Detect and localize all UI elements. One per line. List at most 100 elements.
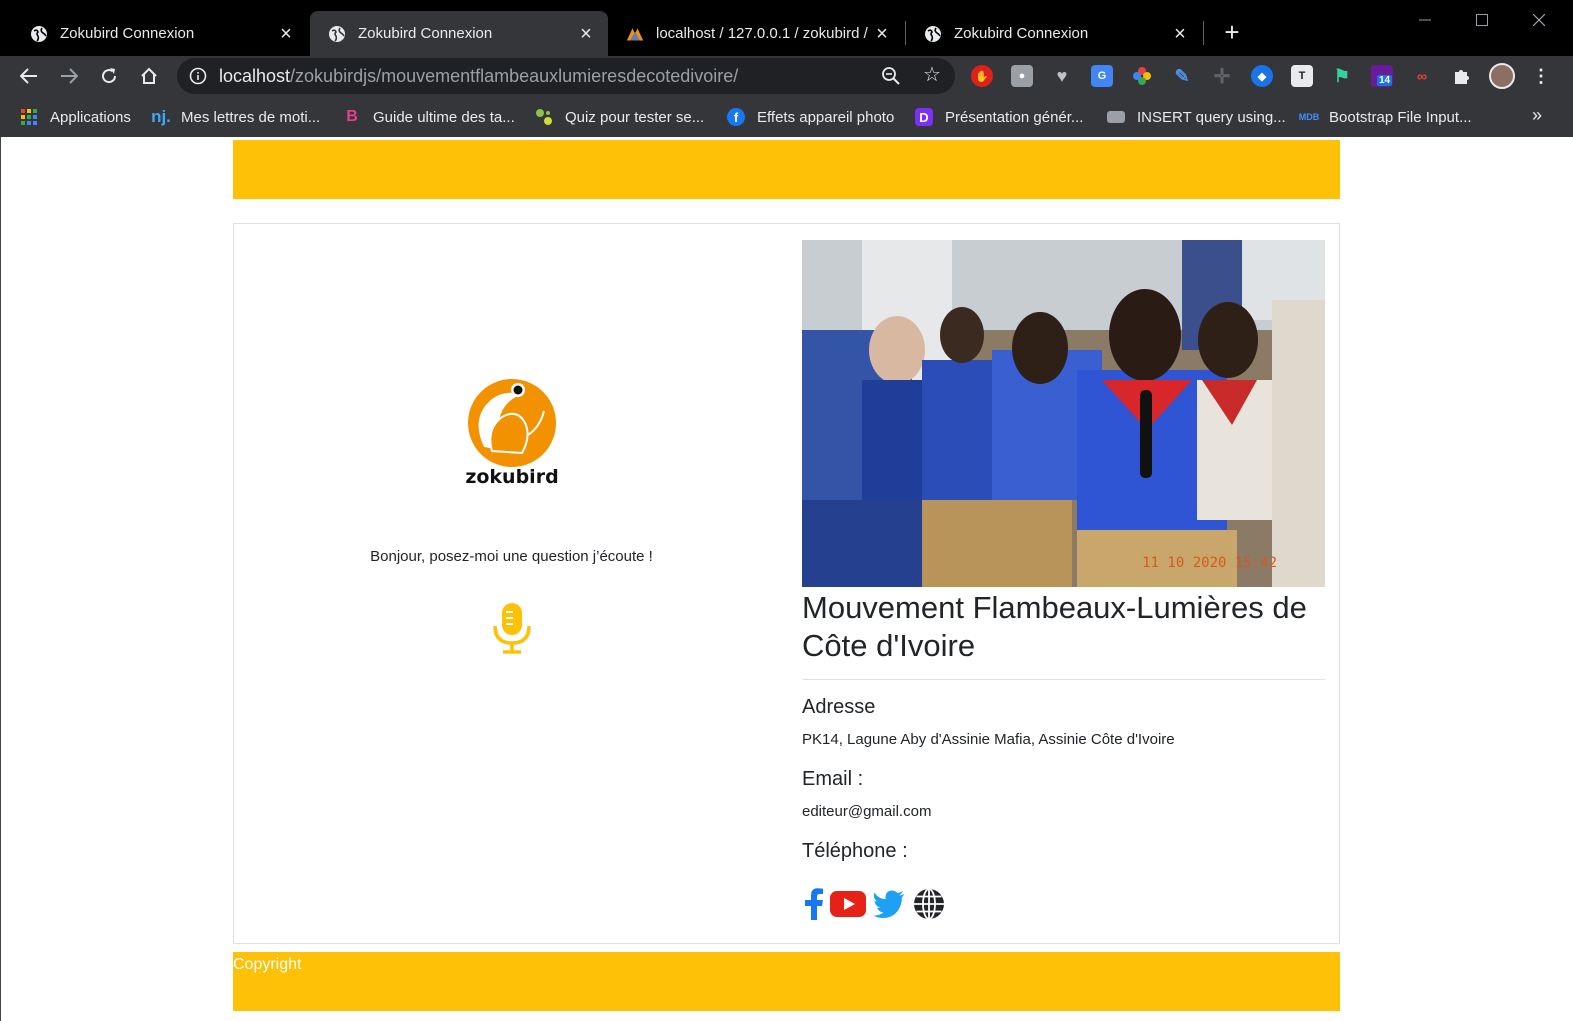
info-icon[interactable] bbox=[189, 67, 207, 85]
database-icon bbox=[1107, 111, 1125, 123]
email-label: Email : bbox=[802, 768, 864, 790]
home-button[interactable] bbox=[134, 61, 164, 91]
facebook-icon bbox=[805, 888, 823, 920]
pen-extension-icon[interactable]: ✎ bbox=[1171, 65, 1193, 87]
tab-zokubird-1[interactable]: Zokubird Connexion × bbox=[12, 11, 308, 56]
browser-toolbar: localhost/zokubirdjs/mouvementflambeauxl… bbox=[0, 56, 1573, 97]
seo-extension-icon[interactable]: ⚑ bbox=[1331, 65, 1353, 87]
close-icon[interactable]: × bbox=[872, 24, 892, 44]
profile-avatar[interactable] bbox=[1489, 63, 1515, 89]
photo-timestamp: 11 10 2020 15:42 bbox=[1142, 555, 1277, 571]
bookmark-label: Applications bbox=[50, 108, 131, 126]
bookmark-lettres[interactable]: nj. Mes lettres de moti... bbox=[151, 106, 320, 128]
extension-badge: 14 bbox=[1377, 75, 1393, 86]
address-bar[interactable]: localhost/zokubirdjs/mouvementflambeauxl… bbox=[177, 58, 955, 94]
back-button[interactable] bbox=[14, 61, 44, 91]
page-viewport: zokubird Bonjour, posez-moi une question… bbox=[0, 137, 1573, 1021]
tab-phpmyadmin[interactable]: localhost / 127.0.0.1 / zokubird / × bbox=[608, 11, 904, 56]
url-text[interactable]: localhost/zokubirdjs/mouvementflambeauxl… bbox=[219, 66, 738, 87]
bookmark-presentation[interactable]: D Présentation génér... bbox=[915, 106, 1083, 128]
page-header bbox=[233, 140, 1340, 199]
forward-button[interactable] bbox=[54, 61, 84, 91]
bookmark-star-icon[interactable]: ☆ bbox=[921, 64, 943, 86]
notion-extension-icon[interactable]: T bbox=[1291, 65, 1313, 87]
mdb-icon: MDB bbox=[1298, 112, 1320, 122]
bookmark-label: Mes lettres de moti... bbox=[181, 108, 321, 126]
arrow-right-icon bbox=[61, 68, 78, 84]
bookmark-label: Bootstrap File Input... bbox=[1329, 108, 1472, 126]
tab-zokubird-2[interactable]: Zokubird Connexion × bbox=[310, 11, 608, 56]
bookmark-label: Présentation génér... bbox=[945, 108, 1084, 126]
bookmarks-bar: Applications nj. Mes lettres de moti... … bbox=[0, 97, 1573, 137]
ethereum-extension-icon[interactable]: ◆ bbox=[1251, 65, 1273, 87]
globe-icon bbox=[914, 888, 944, 920]
apps-grid-icon bbox=[20, 108, 38, 126]
globe-icon bbox=[30, 25, 48, 43]
close-icon[interactable]: × bbox=[276, 24, 296, 44]
organization-card: zokubird Bonjour, posez-moi une question… bbox=[233, 223, 1340, 944]
url-host: localhost bbox=[219, 66, 291, 86]
adblock-extension-icon[interactable]: ✋ bbox=[971, 65, 993, 87]
tab-title: Zokubird Connexion bbox=[60, 25, 195, 42]
ruler-extension-icon[interactable]: ✛ bbox=[1211, 65, 1233, 88]
puzzle-extensions-icon[interactable] bbox=[1451, 65, 1473, 87]
zoom-icon[interactable] bbox=[881, 66, 901, 86]
bookmark-effets[interactable]: f Effets appareil photo bbox=[727, 106, 894, 128]
phone-label: Téléphone : bbox=[802, 840, 908, 862]
menu-kebab-icon[interactable]: ⋮ bbox=[1530, 65, 1552, 87]
twitter-icon bbox=[873, 890, 904, 918]
bookmarks-overflow-icon[interactable]: » bbox=[1532, 105, 1542, 126]
organization-name: Mouvement Flambeaux-Lumières de Côte d'I… bbox=[802, 590, 1307, 663]
maximize-button[interactable] bbox=[1459, 6, 1505, 34]
address-label: Adresse bbox=[802, 696, 876, 718]
svg-text:zokubird: zokubird bbox=[465, 466, 558, 487]
bookmark-label: INSERT query using... bbox=[1137, 108, 1286, 126]
bookmark-label: Effets appareil photo bbox=[757, 108, 895, 126]
tab-counter-extension-icon[interactable]: 14 bbox=[1371, 65, 1393, 87]
url-path: /zokubirdjs/mouvementflambeauxlumieresde… bbox=[290, 66, 739, 86]
twitter-link[interactable] bbox=[872, 887, 906, 921]
close-icon[interactable]: × bbox=[1170, 24, 1190, 44]
bookmark-quiz[interactable]: Quiz pour tester se... bbox=[535, 106, 704, 128]
home-icon bbox=[141, 67, 157, 84]
new-tab-button[interactable]: + bbox=[1217, 18, 1247, 48]
website-link[interactable] bbox=[912, 887, 946, 921]
chat-extension-icon[interactable]: ● bbox=[1011, 65, 1033, 87]
microphone-button[interactable] bbox=[492, 602, 532, 654]
reload-button[interactable] bbox=[94, 61, 124, 91]
color-picker-extension-icon[interactable] bbox=[1131, 65, 1153, 87]
google-translate-icon[interactable]: G bbox=[1091, 65, 1113, 87]
address-value: PK14, Lagune Aby d'Assinie Mafia, Assini… bbox=[802, 731, 1175, 748]
copyright-text: Copyright bbox=[233, 956, 302, 973]
tab-title: Zokubird Connexion bbox=[358, 25, 493, 42]
glasses-extension-icon[interactable]: ∞ bbox=[1411, 65, 1433, 87]
heart-extension-icon[interactable]: ♥ bbox=[1051, 65, 1073, 87]
quiz-icon bbox=[535, 108, 553, 126]
bookmark-applications[interactable]: Applications bbox=[20, 106, 131, 128]
facebook-link[interactable] bbox=[797, 887, 831, 921]
globe-icon bbox=[924, 25, 942, 43]
tab-title: localhost / 127.0.0.1 / zokubird / bbox=[656, 25, 868, 42]
assistant-prompt: Bonjour, posez-moi une question j’écoute… bbox=[370, 548, 653, 565]
bootstrap-icon: B bbox=[346, 108, 358, 125]
close-window-button[interactable] bbox=[1516, 6, 1562, 34]
close-icon[interactable]: × bbox=[576, 24, 596, 44]
microphone-icon bbox=[493, 603, 531, 654]
tab-zokubird-3[interactable]: Zokubird Connexion × bbox=[906, 11, 1202, 56]
email-value: editeur@gmail.com bbox=[802, 803, 932, 820]
bookmark-guide[interactable]: B Guide ultime des ta... bbox=[343, 106, 515, 128]
browser-tab-strip: Zokubird Connexion × Zokubird Connexion … bbox=[0, 0, 1573, 56]
minimize-button[interactable] bbox=[1402, 6, 1448, 34]
phpmyadmin-icon bbox=[626, 25, 644, 43]
presentation-icon: D bbox=[915, 108, 933, 126]
nj-icon: nj. bbox=[151, 107, 171, 126]
arrow-left-icon bbox=[20, 68, 37, 84]
tab-separator bbox=[1203, 21, 1204, 45]
organization-photo: 11 10 2020 15:42 bbox=[802, 240, 1325, 587]
reload-icon bbox=[102, 68, 117, 84]
youtube-link[interactable] bbox=[830, 887, 866, 921]
bookmark-insert-query[interactable]: INSERT query using... bbox=[1107, 106, 1286, 128]
divider bbox=[802, 679, 1325, 680]
globe-icon bbox=[328, 25, 346, 43]
bookmark-file-input[interactable]: MDB Bootstrap File Input... bbox=[1298, 106, 1472, 128]
